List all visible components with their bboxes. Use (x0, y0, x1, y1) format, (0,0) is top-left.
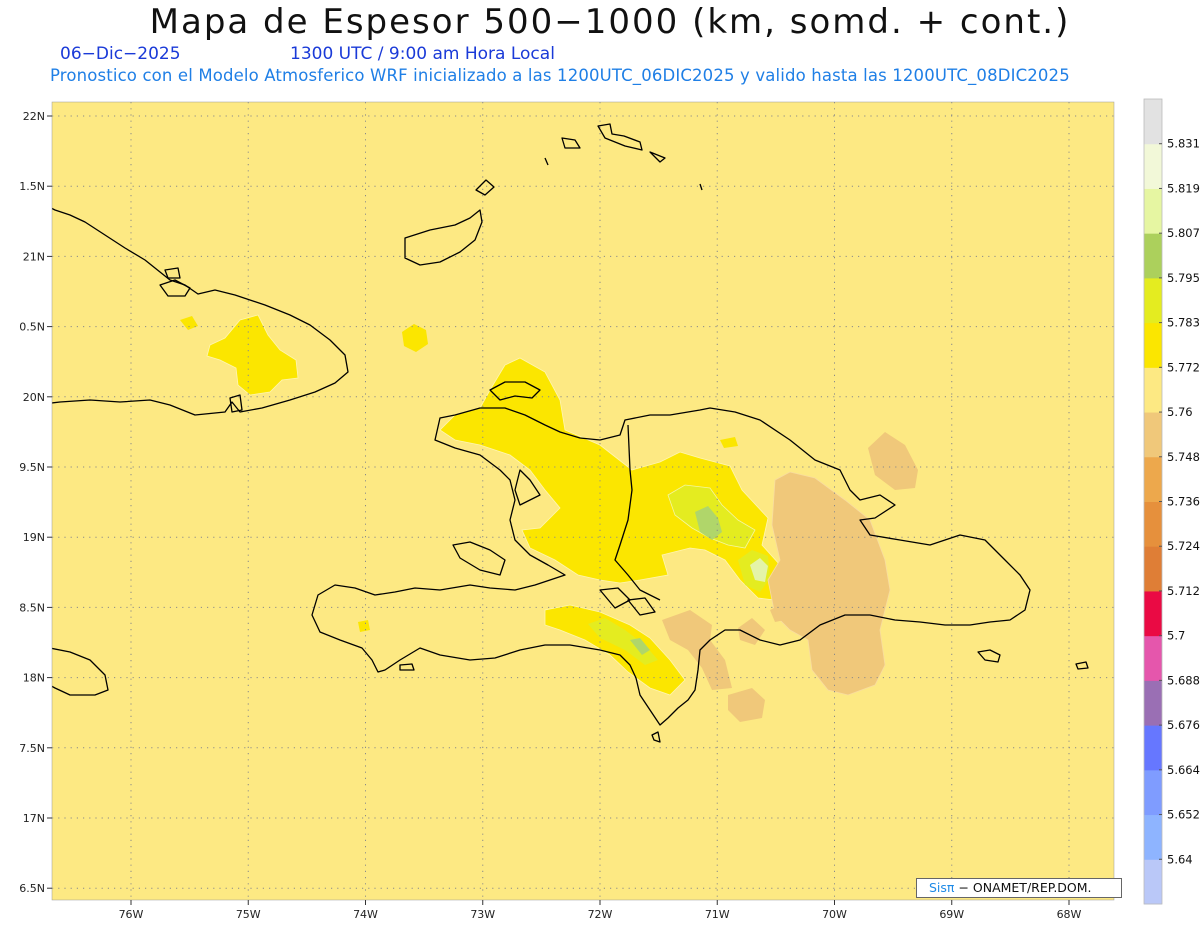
lat-label: 9.5N (19, 461, 45, 474)
colorbar-swatch (1144, 725, 1162, 771)
colorbar-label: 5.7 (1167, 629, 1185, 643)
colorbar-swatch (1144, 412, 1162, 458)
colorbar-label: 5.688 (1167, 673, 1200, 687)
colorbar-swatch (1144, 769, 1162, 816)
colorbar-swatch (1144, 277, 1162, 324)
credit-text: − ONAMET/REP.DOM. (958, 880, 1092, 895)
lat-label: 7.5N (19, 742, 45, 755)
lon-label: 70W (822, 908, 847, 921)
lat-label: 0.5N (19, 321, 45, 334)
colorbar-label: 5.76 (1167, 405, 1193, 419)
lat-label: 20N (23, 391, 45, 404)
colorbar-swatch (1144, 546, 1162, 592)
colorbar-label: 5.676 (1167, 718, 1200, 732)
lat-label: 1.5N (19, 180, 45, 193)
colorbar-label: 5.64 (1167, 852, 1193, 866)
lon-label: 75W (236, 908, 261, 921)
colorbar-label: 5.807 (1167, 226, 1200, 240)
colorbar-label: 5.712 (1167, 584, 1200, 598)
colorbar-swatch (1144, 501, 1162, 547)
longitude-labels: 76W 75W 74W 73W 72W 71W 70W 69W 68W (119, 900, 1082, 921)
lon-label: 76W (119, 908, 144, 921)
lat-label: 18N (23, 672, 45, 685)
lat-label: 6.5N (19, 882, 45, 895)
colorbar-swatch (1144, 456, 1162, 502)
colorbar-swatch (1144, 99, 1162, 145)
lat-label: 22N (23, 110, 45, 123)
latitude-labels: 22N 1.5N 21N 0.5N 20N 9.5N 19N 8.5N 18N 7.5N 17N 6.… (19, 110, 52, 895)
colorbar-label: 5.664 (1167, 763, 1200, 777)
credit-logo: Sisπ (929, 880, 955, 895)
credit-box: Sisπ − ONAMET/REP.DOM. (916, 878, 1122, 898)
colorbar-label: 5.831 (1167, 137, 1200, 151)
colorbar-swatch (1144, 590, 1162, 637)
colorbar-labels: 5.831 5.819 5.807 5.795 5.783 5.772 5.76 5.748 5… (1159, 137, 1200, 866)
lat-label: 8.5N (19, 601, 45, 614)
colorbar-swatch (1144, 188, 1162, 234)
colorbar-label: 5.819 (1167, 181, 1200, 195)
colorbar-label: 5.652 (1167, 808, 1200, 822)
lon-label: 69W (939, 908, 964, 921)
lat-label: 19N (23, 531, 45, 544)
lon-label: 73W (470, 908, 495, 921)
colorbar-swatch (1144, 635, 1162, 681)
lon-label: 74W (353, 908, 378, 921)
colorbar-label: 5.795 (1167, 271, 1200, 285)
colorbar-swatch (1144, 143, 1162, 189)
thickness-map: 22N 1.5N 21N 0.5N 20N 9.5N 19N 8.5N 18N 7.5N 17N 6.… (19, 98, 1200, 921)
contour-zone-tiburon (358, 620, 370, 632)
colorbar-swatch (1144, 322, 1162, 368)
lon-label: 68W (1057, 908, 1082, 921)
colorbar-swatch (1144, 814, 1162, 860)
colorbar-swatch (1144, 680, 1162, 726)
colorbar-swatch (1144, 367, 1162, 413)
lon-label: 72W (588, 908, 613, 921)
colorbar-label: 5.748 (1167, 450, 1200, 464)
colorbar-label: 5.724 (1167, 539, 1200, 553)
colorbar-label: 5.772 (1167, 360, 1200, 374)
colorbar-swatch (1144, 233, 1162, 279)
colorbar-label: 5.783 (1167, 316, 1200, 330)
colorbar-swatch (1144, 859, 1162, 905)
lat-label: 21N (23, 250, 45, 263)
colorbar-label: 5.736 (1167, 495, 1200, 509)
lon-label: 71W (705, 908, 730, 921)
lat-label: 17N (23, 812, 45, 825)
